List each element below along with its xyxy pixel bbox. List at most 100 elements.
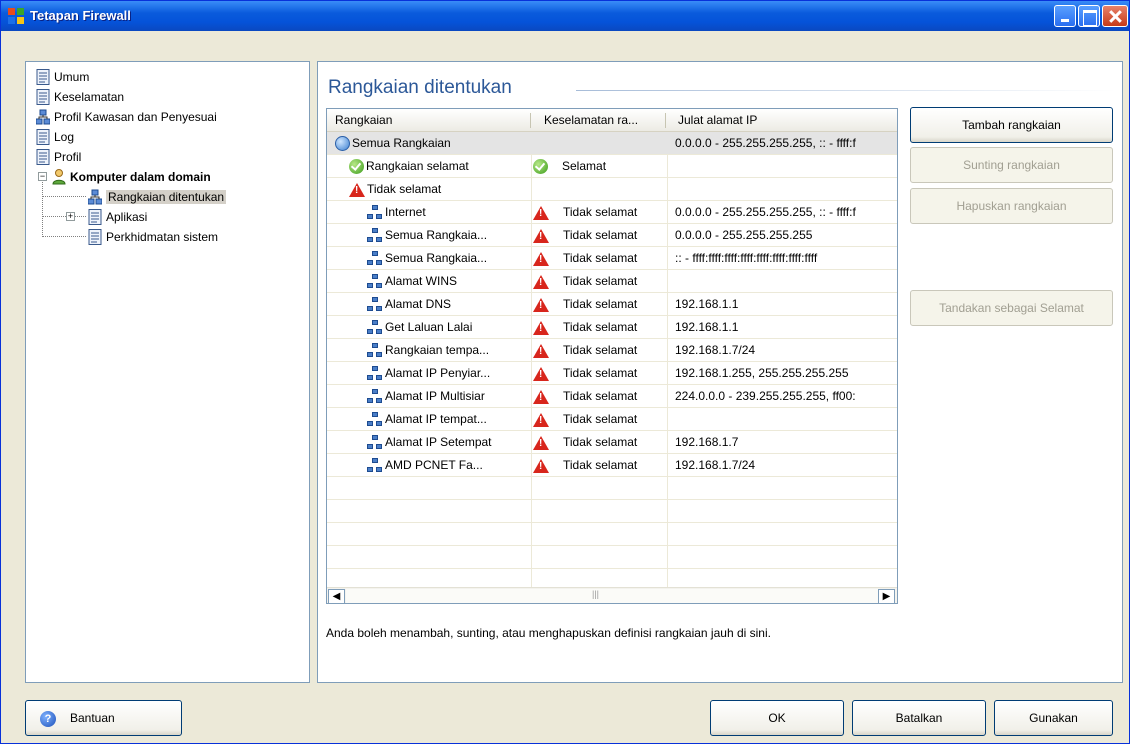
table-row[interactable]: Alamat WINS Tidak selamat — [327, 270, 897, 293]
cell-network: Alamat IP Penyiar... — [367, 362, 527, 384]
cell-ip-range: 192.168.1.255, 255.255.255.255 — [675, 366, 849, 380]
table-row[interactable]: Alamat IP Setempat Tidak selamat 192.168.1… — [327, 431, 897, 454]
network-icon — [367, 228, 383, 243]
sidebar-item-3[interactable]: Profil Kawasan dan Penyesuai — [36, 108, 217, 125]
table-row[interactable]: Tidak selamat — [327, 178, 897, 201]
table-row[interactable]: Rangkaian tempa... Tidak selamat 192.168.1… — [327, 339, 897, 362]
sidebar-item-6[interactable]: Komputer dalam domain — [52, 168, 211, 185]
apply-button[interactable]: Gunakan — [994, 700, 1113, 736]
page-title: Rangkaian ditentukan — [328, 77, 512, 98]
title-bar[interactable]: Tetapan Firewall — [1, 1, 1129, 31]
cell-network: Semua Rangkaia... — [367, 247, 527, 269]
cell-network: Alamat IP Setempat — [367, 431, 527, 453]
network-name: Rangkaian selamat — [366, 159, 469, 173]
table-row[interactable]: Alamat IP Penyiar... Tidak selamat 192.168… — [327, 362, 897, 385]
networks-table[interactable]: Rangkaian Keselamatan ra... Julat alamat… — [326, 108, 898, 604]
cell-ip-range — [675, 178, 895, 200]
column-header-security[interactable]: Keselamatan ra... — [536, 109, 666, 132]
cancel-button[interactable]: Batalkan — [852, 700, 986, 736]
minimize-button[interactable] — [1054, 5, 1076, 27]
cell-network: Alamat DNS — [367, 293, 527, 315]
cell-ip-range: 192.168.1.7 — [675, 435, 739, 449]
cell-ip-range: 192.168.1.7/24 — [675, 343, 756, 357]
sidebar-item-label: Perkhidmatan sistem — [106, 229, 219, 244]
warning-icon — [533, 343, 549, 358]
sidebar-item-5[interactable]: Profil — [36, 148, 81, 165]
maximize-button[interactable] — [1078, 5, 1100, 27]
cell-ip-range — [675, 408, 895, 430]
network-name: Alamat WINS — [385, 274, 458, 288]
app-icon — [8, 8, 24, 24]
document-icon — [88, 228, 102, 245]
ok-button[interactable]: OK — [710, 700, 844, 736]
edit-network-button[interactable]: Sunting rangkaian — [910, 147, 1113, 183]
table-header: Rangkaian Keselamatan ra... Julat alamat… — [327, 109, 897, 132]
check-icon — [349, 159, 364, 175]
table-row[interactable] — [327, 500, 897, 523]
cell-network: Tidak selamat — [349, 178, 527, 200]
warning-icon — [533, 297, 549, 312]
cell-network: Internet — [367, 201, 527, 223]
security-status: Tidak selamat — [563, 412, 638, 426]
scroll-right-button[interactable]: ▶ — [878, 589, 895, 603]
help-button[interactable]: ? Bantuan — [25, 700, 182, 736]
table-row[interactable] — [327, 523, 897, 546]
cell-ip-range: 0.0.0.0 - 255.255.255.255, :: - ffff:f — [675, 136, 856, 150]
table-row[interactable]: Rangkaian selamat Selamat — [327, 155, 897, 178]
cell-security: Tidak selamat — [533, 201, 665, 223]
security-status: Tidak selamat — [563, 435, 638, 449]
cell-ip-range — [675, 270, 895, 292]
horizontal-scrollbar[interactable]: ◀ ||| ▶ — [327, 587, 897, 603]
settings-tree[interactable]: Umum Keselamatan Profil Kawasan dan Penyes… — [25, 61, 310, 683]
table-row[interactable]: Alamat IP tempat... Tidak selamat — [327, 408, 897, 431]
table-row[interactable]: AMD PCNET Fa... Tidak selamat 192.168.1.7/… — [327, 454, 897, 477]
check-icon — [533, 159, 548, 175]
table-row[interactable]: Internet Tidak selamat 0.0.0.0 - 255.255.2… — [327, 201, 897, 224]
table-row[interactable]: Alamat IP Multisiar Tidak selamat 224.0.0.… — [327, 385, 897, 408]
table-row[interactable]: Semua Rangkaia... Tidak selamat:: - ffff:… — [327, 247, 897, 270]
delete-network-button[interactable]: Hapuskan rangkaian — [910, 188, 1113, 224]
sidebar-item-8[interactable]: Aplikasi — [88, 208, 147, 225]
sidebar-item-7[interactable]: Rangkaian ditentukan — [88, 188, 227, 205]
sidebar-item-4[interactable]: Log — [36, 128, 74, 145]
network-icon — [367, 389, 383, 404]
column-separator[interactable] — [530, 113, 531, 128]
sidebar-item-1[interactable]: Umum — [36, 68, 89, 85]
sidebar-item-2[interactable]: Keselamatan — [36, 88, 124, 105]
table-row[interactable] — [327, 546, 897, 569]
window-title: Tetapan Firewall — [30, 8, 131, 23]
cell-network: Semua Rangkaian — [335, 132, 527, 154]
collapse-toggle[interactable]: − — [38, 172, 47, 181]
network-name: Semua Rangkaia... — [385, 228, 488, 242]
table-row[interactable]: Alamat DNS Tidak selamat 192.168.1.1 — [327, 293, 897, 316]
network-icon — [367, 366, 383, 381]
security-status: Tidak selamat — [563, 297, 638, 311]
add-network-button[interactable]: Tambah rangkaian — [910, 107, 1113, 143]
column-separator[interactable] — [665, 113, 666, 128]
scroll-left-button[interactable]: ◀ — [328, 589, 345, 603]
tree-line — [42, 180, 43, 237]
network-icon — [367, 458, 383, 473]
close-button[interactable] — [1102, 5, 1128, 27]
column-header-ip-range[interactable]: Julat alamat IP — [670, 109, 890, 132]
network-icon — [88, 189, 102, 204]
cell-security: Selamat — [533, 155, 665, 177]
tree-line — [42, 216, 86, 217]
tree-line — [42, 236, 86, 237]
help-icon: ? — [40, 710, 56, 727]
network-icon — [367, 412, 383, 427]
expand-toggle[interactable]: + — [66, 212, 75, 221]
sidebar-item-9[interactable]: Perkhidmatan sistem — [88, 228, 218, 245]
network-icon — [367, 320, 383, 335]
table-row[interactable]: Semua Rangkaian 0.0.0.0 - 255.255.255.255… — [327, 132, 897, 155]
table-row[interactable] — [327, 477, 897, 500]
warning-icon — [349, 182, 365, 197]
scrollbar-thumb[interactable] — [346, 589, 878, 603]
mark-safe-button[interactable]: Tandakan sebagai Selamat — [910, 290, 1113, 326]
column-header-network[interactable]: Rangkaian — [327, 109, 532, 132]
network-name: Alamat IP tempat... — [385, 412, 487, 426]
warning-icon — [533, 205, 549, 220]
table-row[interactable]: Semua Rangkaia... Tidak selamat 0.0.0.0 - … — [327, 224, 897, 247]
document-icon — [36, 68, 50, 85]
table-row[interactable]: Get Laluan Lalai Tidak selamat 192.168.1.1 — [327, 316, 897, 339]
